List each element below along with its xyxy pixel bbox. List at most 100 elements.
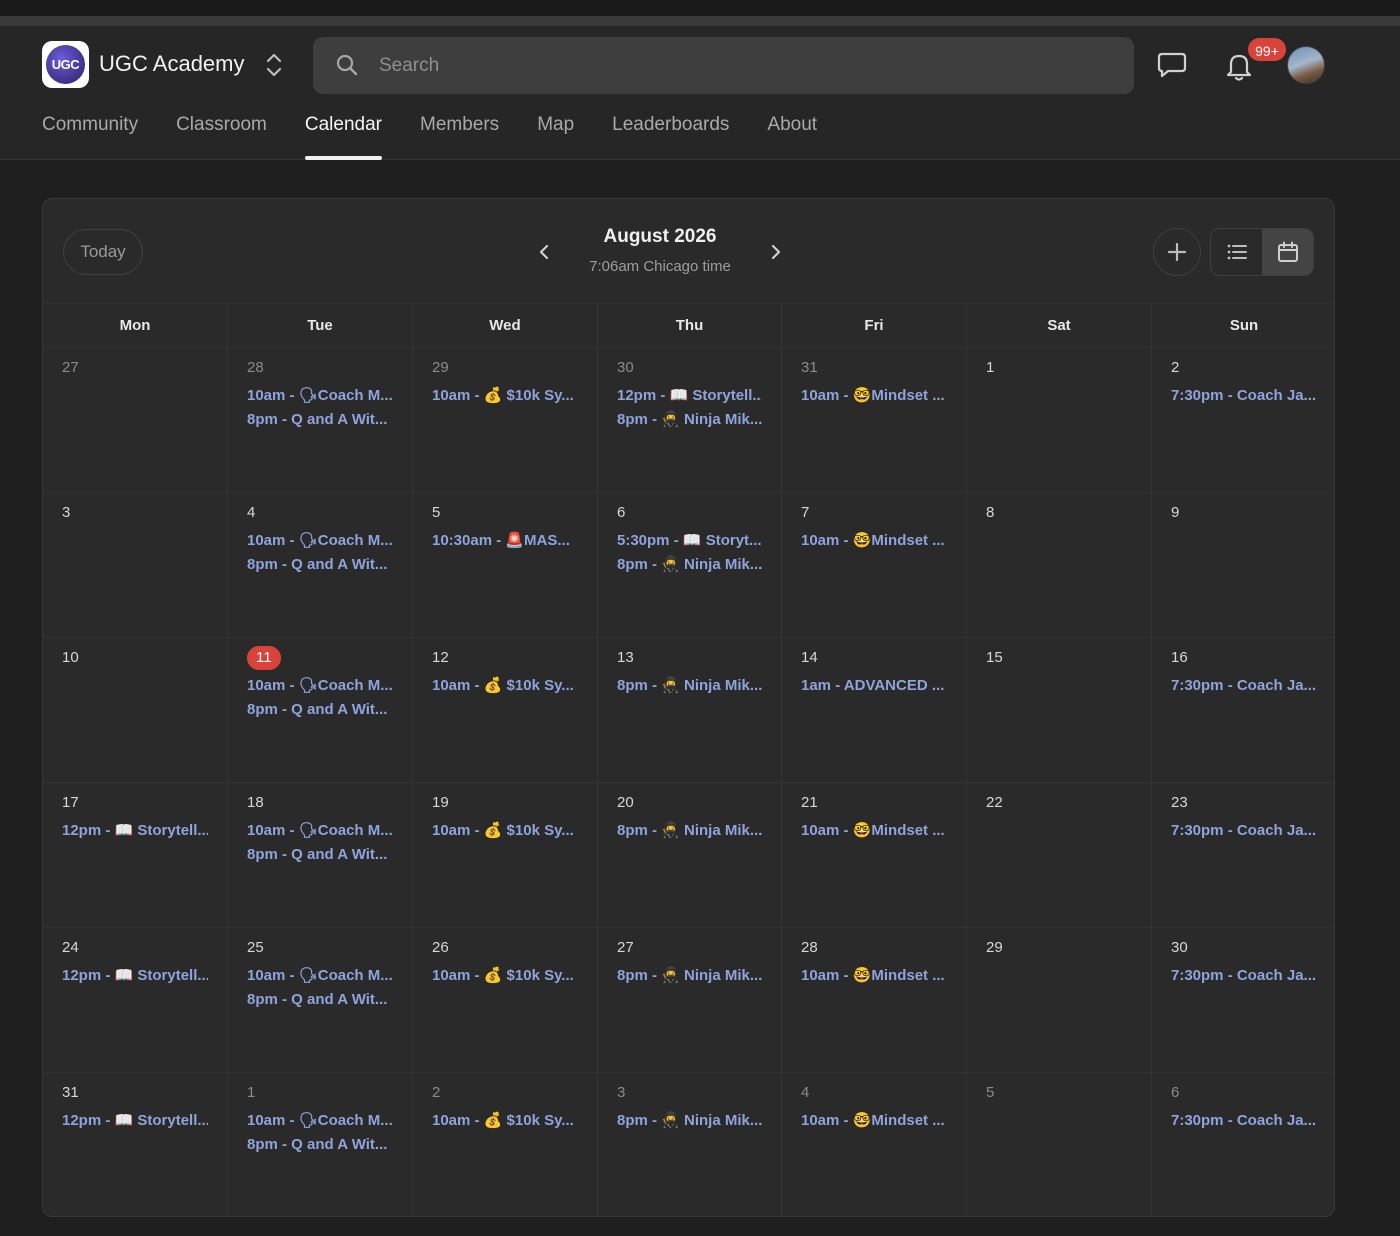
day-cell[interactable]: 4 10am - 🗣Coach M... 8pm - Q and A Wit... bbox=[228, 493, 413, 637]
next-month-button[interactable] bbox=[761, 235, 791, 269]
day-cell[interactable]: 16 7:30pm - Coach Ja... bbox=[1152, 638, 1334, 782]
day-cell[interactable]: 30 12pm - 📖 Storytell... 8pm - 🥷 Ninja Mik… bbox=[598, 348, 782, 492]
day-cell[interactable]: 31 12pm - 📖 Storytell... bbox=[43, 1073, 228, 1216]
day-cell[interactable]: 30 7:30pm - Coach Ja... bbox=[1152, 928, 1334, 1072]
day-cell[interactable]: 19 10am - 💰 $10k Sy... bbox=[413, 783, 598, 927]
event-link[interactable]: 8pm - 🥷 Ninja Mik... bbox=[617, 819, 762, 842]
day-cell[interactable]: 6 7:30pm - Coach Ja... bbox=[1152, 1073, 1334, 1216]
day-cell[interactable]: 22 bbox=[967, 783, 1152, 927]
day-cell[interactable]: 17 12pm - 📖 Storytell... bbox=[43, 783, 228, 927]
day-cell[interactable]: 25 10am - 🗣Coach M... 8pm - Q and A Wit... bbox=[228, 928, 413, 1072]
event-link[interactable]: 8pm - Q and A Wit... bbox=[247, 843, 393, 866]
day-cell[interactable]: 9 bbox=[1152, 493, 1334, 637]
event-link[interactable]: 7:30pm - Coach Ja... bbox=[1171, 1109, 1317, 1132]
day-cell[interactable]: 14 1am - ADVANCED ... bbox=[782, 638, 967, 782]
search-input[interactable] bbox=[379, 37, 1079, 94]
day-cell[interactable]: 15 bbox=[967, 638, 1152, 782]
event-link[interactable]: 5:30pm - 📖 Storyt... bbox=[617, 529, 762, 552]
event-link[interactable]: 10am - 💰 $10k Sy... bbox=[432, 384, 578, 407]
event-link[interactable]: 12pm - 📖 Storytell... bbox=[62, 964, 208, 987]
event-link[interactable]: 1am - ADVANCED ... bbox=[801, 674, 947, 697]
event-link[interactable]: 8pm - Q and A Wit... bbox=[247, 1133, 393, 1156]
day-cell[interactable]: 10 bbox=[43, 638, 228, 782]
chat-icon[interactable] bbox=[1156, 50, 1188, 80]
event-link[interactable]: 12pm - 📖 Storytell... bbox=[617, 384, 762, 407]
event-link[interactable]: 10am - 🤓Mindset ... bbox=[801, 384, 947, 407]
event-link[interactable]: 10am - 💰 $10k Sy... bbox=[432, 1109, 578, 1132]
tab-leaderboards[interactable]: Leaderboards bbox=[612, 114, 729, 160]
day-cell[interactable]: 11 10am - 🗣Coach M... 8pm - Q and A Wit... bbox=[228, 638, 413, 782]
add-event-button[interactable] bbox=[1153, 228, 1201, 276]
event-link[interactable]: 7:30pm - Coach Ja... bbox=[1171, 964, 1317, 987]
tab-calendar[interactable]: Calendar bbox=[304, 114, 383, 160]
event-link[interactable]: 10am - 🗣Coach M... bbox=[247, 384, 393, 407]
day-cell[interactable]: 27 8pm - 🥷 Ninja Mik... bbox=[598, 928, 782, 1072]
day-cell[interactable]: 5 10:30am - 🚨MAS... bbox=[413, 493, 598, 637]
day-cell[interactable]: 3 8pm - 🥷 Ninja Mik... bbox=[598, 1073, 782, 1216]
today-button[interactable]: Today bbox=[63, 229, 143, 275]
day-cell[interactable]: 26 10am - 💰 $10k Sy... bbox=[413, 928, 598, 1072]
day-cell[interactable]: 31 10am - 🤓Mindset ... bbox=[782, 348, 967, 492]
event-link[interactable]: 8pm - Q and A Wit... bbox=[247, 408, 393, 431]
day-cell[interactable]: 18 10am - 🗣Coach M... 8pm - Q and A Wit... bbox=[228, 783, 413, 927]
event-link[interactable]: 12pm - 📖 Storytell... bbox=[62, 1109, 208, 1132]
event-link[interactable]: 10:30am - 🚨MAS... bbox=[432, 529, 578, 552]
event-link[interactable]: 10am - 💰 $10k Sy... bbox=[432, 819, 578, 842]
day-cell[interactable]: 5 bbox=[967, 1073, 1152, 1216]
event-link[interactable]: 8pm - 🥷 Ninja Mik... bbox=[617, 964, 762, 987]
day-cell[interactable]: 29 bbox=[967, 928, 1152, 1072]
event-link[interactable]: 8pm - Q and A Wit... bbox=[247, 698, 393, 721]
day-cell[interactable]: 1 10am - 🗣Coach M... 8pm - Q and A Wit... bbox=[228, 1073, 413, 1216]
day-cell[interactable]: 23 7:30pm - Coach Ja... bbox=[1152, 783, 1334, 927]
day-cell[interactable]: 1 bbox=[967, 348, 1152, 492]
tab-map[interactable]: Map bbox=[537, 114, 574, 160]
day-cell[interactable]: 21 10am - 🤓Mindset ... bbox=[782, 783, 967, 927]
calendar-view-button[interactable] bbox=[1262, 229, 1313, 275]
search-bar[interactable] bbox=[313, 37, 1134, 94]
event-link[interactable]: 7:30pm - Coach Ja... bbox=[1171, 819, 1317, 842]
community-name[interactable]: UGC Academy bbox=[99, 51, 245, 77]
day-cell[interactable]: 2 7:30pm - Coach Ja... bbox=[1152, 348, 1334, 492]
day-cell[interactable]: 29 10am - 💰 $10k Sy... bbox=[413, 348, 598, 492]
app-logo[interactable]: UGC bbox=[42, 41, 89, 88]
day-cell[interactable]: 7 10am - 🤓Mindset ... bbox=[782, 493, 967, 637]
tab-classroom[interactable]: Classroom bbox=[176, 114, 267, 160]
day-cell[interactable]: 2 10am - 💰 $10k Sy... bbox=[413, 1073, 598, 1216]
chevron-up-down-icon[interactable] bbox=[264, 52, 284, 78]
day-cell[interactable]: 4 10am - 🤓Mindset ... bbox=[782, 1073, 967, 1216]
day-cell[interactable]: 8 bbox=[967, 493, 1152, 637]
event-link[interactable]: 8pm - 🥷 Ninja Mik... bbox=[617, 408, 762, 431]
day-cell[interactable]: 20 8pm - 🥷 Ninja Mik... bbox=[598, 783, 782, 927]
event-link[interactable]: 10am - 🗣Coach M... bbox=[247, 1109, 393, 1132]
event-link[interactable]: 10am - 🗣Coach M... bbox=[247, 964, 393, 987]
day-cell[interactable]: 6 5:30pm - 📖 Storyt... 8pm - 🥷 Ninja Mik..… bbox=[598, 493, 782, 637]
event-link[interactable]: 10am - 🤓Mindset ... bbox=[801, 529, 947, 552]
event-link[interactable]: 8pm - 🥷 Ninja Mik... bbox=[617, 553, 762, 576]
day-cell[interactable]: 28 10am - 🗣Coach M... 8pm - Q and A Wit... bbox=[228, 348, 413, 492]
event-link[interactable]: 10am - 🗣Coach M... bbox=[247, 529, 393, 552]
event-link[interactable]: 10am - 🤓Mindset ... bbox=[801, 964, 947, 987]
event-link[interactable]: 8pm - Q and A Wit... bbox=[247, 988, 393, 1011]
event-link[interactable]: 10am - 🗣Coach M... bbox=[247, 674, 393, 697]
event-link[interactable]: 10am - 🤓Mindset ... bbox=[801, 1109, 947, 1132]
event-link[interactable]: 7:30pm - Coach Ja... bbox=[1171, 674, 1317, 697]
avatar[interactable] bbox=[1287, 46, 1325, 84]
list-view-button[interactable] bbox=[1211, 229, 1262, 275]
tab-about[interactable]: About bbox=[767, 114, 817, 160]
event-link[interactable]: 10am - 🗣Coach M... bbox=[247, 819, 393, 842]
day-cell[interactable]: 3 bbox=[43, 493, 228, 637]
event-link[interactable]: 12pm - 📖 Storytell... bbox=[62, 819, 208, 842]
event-link[interactable]: 10am - 🤓Mindset ... bbox=[801, 819, 947, 842]
event-link[interactable]: 8pm - Q and A Wit... bbox=[247, 553, 393, 576]
event-link[interactable]: 10am - 💰 $10k Sy... bbox=[432, 964, 578, 987]
tab-community[interactable]: Community bbox=[42, 114, 138, 160]
tab-members[interactable]: Members bbox=[420, 114, 499, 160]
day-cell[interactable]: 27 bbox=[43, 348, 228, 492]
day-cell[interactable]: 13 8pm - 🥷 Ninja Mik... bbox=[598, 638, 782, 782]
event-link[interactable]: 7:30pm - Coach Ja... bbox=[1171, 384, 1317, 407]
event-link[interactable]: 8pm - 🥷 Ninja Mik... bbox=[617, 674, 762, 697]
day-cell[interactable]: 12 10am - 💰 $10k Sy... bbox=[413, 638, 598, 782]
event-link[interactable]: 8pm - 🥷 Ninja Mik... bbox=[617, 1109, 762, 1132]
day-cell[interactable]: 28 10am - 🤓Mindset ... bbox=[782, 928, 967, 1072]
event-link[interactable]: 10am - 💰 $10k Sy... bbox=[432, 674, 578, 697]
